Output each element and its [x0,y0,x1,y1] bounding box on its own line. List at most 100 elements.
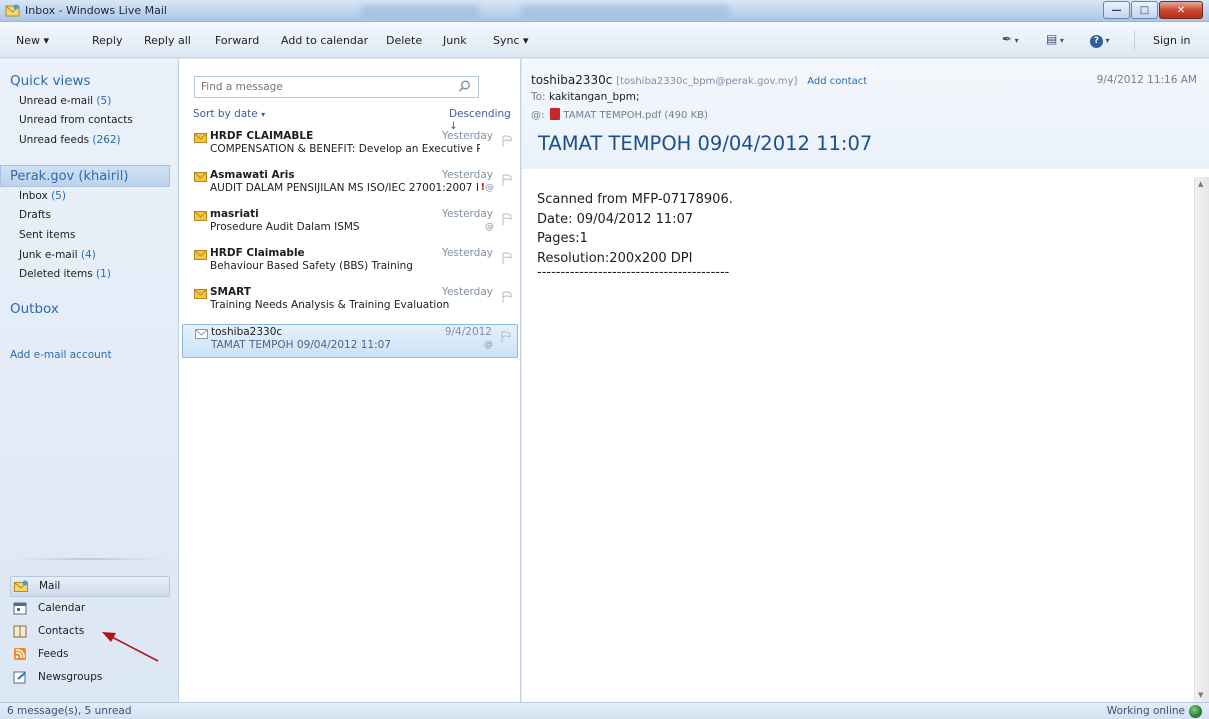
message-row[interactable]: HRDF CLAIMABLE COMPENSATION & BENEFIT: De… [182,129,518,163]
search-icon[interactable] [458,80,471,93]
reply-all-button[interactable]: Reply all [144,34,191,47]
envelope-icon [194,211,207,221]
flag-icon[interactable] [501,291,512,303]
message-date: Yesterday [442,130,493,142]
quick-view-unread-contacts[interactable]: Unread from contacts [19,114,133,126]
message-date: Yesterday [442,208,493,220]
sender-name[interactable]: toshiba2330c [531,73,612,87]
toolbar-separator [1134,30,1135,50]
search-input[interactable] [201,80,451,94]
folder-deleted-items[interactable]: Deleted items (1) [19,268,111,280]
contacts-icon [13,625,27,638]
reply-button[interactable]: Reply [92,34,122,47]
message-sender: SMART [210,286,251,298]
message-sender: Asmawati Aris [210,169,295,181]
flag-icon[interactable] [500,331,511,343]
folder-label: Sent items [19,229,76,241]
sign-in-link[interactable]: Sign in [1153,34,1191,47]
account-name: Perak.gov (khairil) [10,169,129,184]
nav-feeds[interactable]: Feeds [10,645,170,666]
nav-label: Calendar [38,602,86,614]
nav-contacts[interactable]: Contacts [10,622,170,643]
sort-by-date-button[interactable]: Sort by date ▾ [193,108,265,120]
scroll-down-icon[interactable]: ▼ [1198,691,1203,699]
sort-order-label: Descending [449,108,511,120]
calendar-icon [13,602,27,615]
message-date: 9/4/2012 [444,326,492,338]
blurred-region [360,4,480,18]
attachment-link[interactable]: TAMAT TEMPOH.pdf (490 KB) [563,110,708,121]
message-row[interactable]: Asmawati Aris AUDIT DALAM PENSIJILAN MS I… [182,168,518,202]
message-date: Yesterday [442,247,493,259]
nav-mail[interactable]: Mail [10,576,170,597]
globe-icon [1189,705,1202,718]
unread-count: (4) [80,249,96,261]
recipient[interactable]: kakitangan_bpm; [549,91,640,103]
nav-label: Mail [39,580,61,592]
scroll-up-icon[interactable]: ▲ [1198,180,1203,188]
message-row[interactable]: masriati Prosedure Audit Dalam ISMS Yester… [182,207,518,241]
message-subject: TAMAT TEMPOH 09/04/2012 11:07 [211,339,392,351]
command-toolbar: New ▾ Reply Reply all Forward Add to cal… [0,22,1209,58]
add-contact-link[interactable]: Add contact [807,76,867,87]
folder-label: Deleted items [19,268,93,280]
sort-label: Sort by date [193,108,258,120]
new-button[interactable]: New ▾ [16,34,49,47]
message-sender: HRDF Claimable [210,247,305,259]
sync-button[interactable]: Sync ▾ [493,34,529,47]
outbox-folder[interactable]: Outbox [10,301,59,317]
nav-newsgroups[interactable]: Newsgroups [10,668,170,689]
windows-live-mail-icon [5,4,20,17]
view-icon[interactable]: ▤ ▾ [1046,32,1064,46]
folder-label: Inbox [19,190,48,202]
message-row[interactable]: toshiba2330c TAMAT TEMPOH 09/04/2012 11:0… [182,324,518,358]
minimize-button[interactable]: — [1103,1,1130,19]
folder-inbox[interactable]: Inbox (5) [19,190,66,202]
envelope-icon [195,329,208,339]
blurred-region [520,4,730,18]
quick-view-unread-email[interactable]: Unread e-mail (5) [19,95,111,107]
window-title: Inbox - Windows Live Mail [25,4,167,17]
nav-label: Feeds [38,648,69,660]
vertical-scrollbar[interactable]: ▲ ▼ [1194,177,1209,702]
quick-views-heading[interactable]: Quick views [10,73,91,89]
flag-icon[interactable] [501,135,512,147]
quick-view-label: Unread feeds [19,134,90,146]
nav-calendar[interactable]: Calendar [10,599,170,620]
junk-button[interactable]: Junk [443,34,467,47]
sender-line: toshiba2330c [toshiba2330c_bpm@perak.gov… [531,73,867,87]
help-icon[interactable]: ? ▾ [1090,32,1110,48]
quick-view-unread-feeds[interactable]: Unread feeds (262) [19,134,121,146]
dropdown-arrow-icon: ▾ [523,34,529,47]
message-header: toshiba2330c [toshiba2330c_bpm@perak.gov… [522,59,1209,169]
message-row[interactable]: SMART Training Needs Analysis & Training … [182,285,518,319]
add-email-account-link[interactable]: Add e-mail account [10,349,112,361]
connection-status: Working online [1106,705,1185,717]
pdf-file-icon [550,108,561,120]
close-button[interactable]: ✕ [1159,1,1203,19]
search-box[interactable] [194,76,479,98]
status-bar: 6 message(s), 5 unread Working online [0,702,1209,719]
paintbrush-icon[interactable]: ✒ ▾ [1002,32,1019,46]
folder-junk-email[interactable]: Junk e-mail (4) [19,249,96,261]
folder-drafts[interactable]: Drafts [19,209,51,221]
nav-divider [14,558,164,560]
maximize-button[interactable]: □ [1131,1,1158,19]
to-line: To: kakitangan_bpm; [531,91,640,103]
flag-icon[interactable] [501,174,512,186]
attachment-icon: @ [485,183,494,193]
message-count-status: 6 message(s), 5 unread [7,705,132,717]
delete-button[interactable]: Delete [386,34,422,47]
flag-icon[interactable] [501,213,512,225]
new-label: New [16,34,40,47]
account-header[interactable]: Perak.gov (khairil) [0,165,170,187]
flag-icon[interactable] [501,252,512,264]
add-to-calendar-button[interactable]: Add to calendar [281,34,368,47]
folder-sent-items[interactable]: Sent items [19,229,75,241]
message-row[interactable]: HRDF Claimable Behaviour Based Safety (BB… [182,246,518,280]
message-date: 9/4/2012 11:16 AM [1096,74,1197,86]
attachment-label: @: [531,110,545,121]
envelope-icon [194,133,207,143]
feeds-icon [14,648,26,660]
forward-button[interactable]: Forward [215,34,259,47]
